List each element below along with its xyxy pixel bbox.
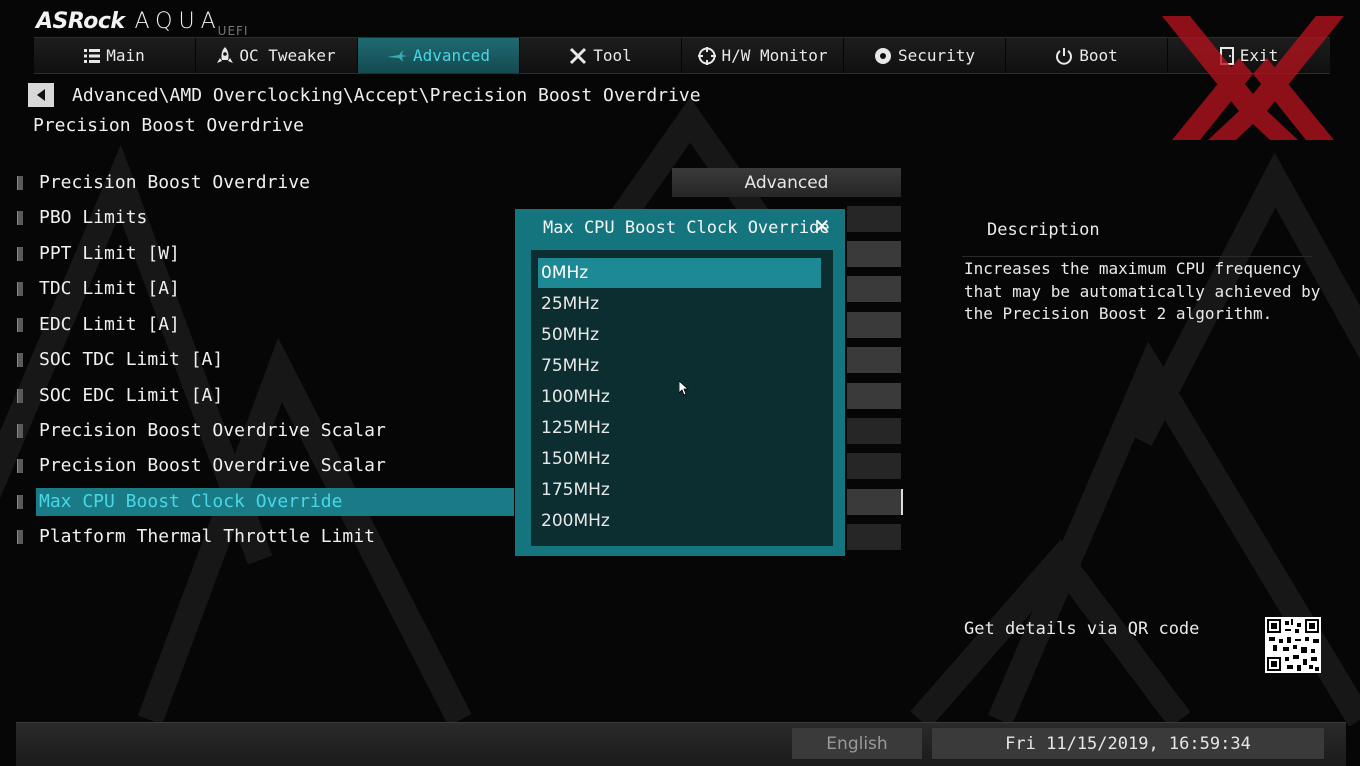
menu-item-label: PBO Limits [39,207,148,228]
logo-brand: ASRock [36,9,125,34]
tdc-limit-value[interactable] [847,276,901,302]
description-title: Description [987,220,1100,240]
xx-watermark [1162,16,1344,140]
bullet-icon [17,282,23,296]
back-button[interactable] [28,83,54,107]
pbo-scalar-value-2[interactable] [847,453,901,479]
menu-item-edc-limit[interactable]: EDC Limit [A] [14,311,514,339]
logo-uefi: UEFI [217,24,249,38]
tab-security[interactable]: Security [844,38,1006,73]
menu-item-thermal-throttle[interactable]: Platform Thermal Throttle Limit [14,523,514,551]
option-item[interactable]: 125MHz [538,413,821,443]
tab-hw-monitor[interactable]: H/W Monitor [682,38,844,73]
language-button[interactable]: English [792,728,922,759]
bullet-icon [17,389,23,403]
asrock-logo: ASRock AQUA UEFI [36,6,248,38]
breadcrumb-path: Advanced\AMD Overclocking\Accept\Precisi… [72,84,701,106]
menu-item-ppt-limit[interactable]: PPT Limit [W] [14,240,514,268]
soc-edc-limit-value[interactable] [847,383,901,409]
description-divider [962,256,1312,257]
option-item[interactable]: 175MHz [538,475,821,505]
tab-tool-label: Tool [593,46,632,65]
list-icon [84,48,101,63]
datetime-display: Fri 11/15/2019, 16:59:34 [932,728,1324,759]
logo-series: AQUA [134,9,222,34]
menu-item-label: EDC Limit [A] [39,314,180,335]
tab-oc-tweaker[interactable]: OC Tweaker [196,38,358,73]
pbo-limits-value[interactable] [847,206,901,232]
qr-code-icon [1265,617,1321,673]
option-item[interactable]: 25MHz [538,289,821,319]
menu-item-label: SOC EDC Limit [A] [39,385,224,406]
pbo-scalar-value-1[interactable] [847,418,901,444]
bullet-icon [17,353,23,367]
menu-item-max-cpu-boost[interactable]: Max CPU Boost Clock Override [14,488,514,516]
crosshair-icon [697,46,716,65]
description-text: Increases the maximum CPU frequency that… [964,259,1321,323]
menu-item-pbo-limits[interactable]: PBO Limits [14,204,514,232]
menu-item-label: Platform Thermal Throttle Limit [39,526,375,547]
option-item[interactable]: 75MHz [538,351,821,381]
breadcrumb: Advanced\AMD Overclocking\Accept\Precisi… [28,82,701,108]
menu-item-pbo-scalar-1[interactable]: Precision Boost Overdrive Scalar [14,417,514,445]
qr-label: Get details via QR code [964,619,1200,639]
shield-icon [874,47,891,64]
edc-limit-value[interactable] [847,312,901,338]
tab-advanced[interactable]: Advanced [358,38,520,73]
bullet-icon [17,459,23,473]
back-arrow-icon [37,89,45,101]
menu-item-label: Max CPU Boost Clock Override [35,488,514,516]
menu-item-soc-edc-limit[interactable]: SOC EDC Limit [A] [14,382,514,410]
max-cpu-boost-value[interactable] [847,489,903,515]
tab-oc-tweaker-label: OC Tweaker [239,46,336,65]
power-icon [1056,47,1073,65]
tab-tool[interactable]: Tool [520,38,682,73]
menu-item-label: TDC Limit [A] [39,278,180,299]
bullet-icon [17,530,23,544]
option-item[interactable]: 200MHz [538,506,821,536]
ppt-limit-value[interactable] [847,241,901,267]
tab-security-label: Security [897,46,976,65]
tab-boot-label: Boot [1079,46,1118,65]
bullet-icon [17,176,23,190]
menu-item-pbo-scalar-2[interactable]: Precision Boost Overdrive Scalar [14,452,514,480]
wrench-icon [570,47,587,64]
tab-main-label: Main [106,46,145,65]
bullet-icon [17,424,23,438]
thermal-throttle-value[interactable] [847,524,901,550]
dialog-title: Max CPU Boost Clock Override [543,218,830,238]
mouse-cursor-icon [679,381,689,396]
menu-item-label: Precision Boost Overdrive Scalar [39,420,386,441]
rocket-icon [217,46,234,63]
menu-item-label: PPT Limit [W] [39,243,180,264]
main-nav: Main OC Tweaker Advanced Tool H/W Monito… [34,37,1330,74]
close-icon[interactable]: ✕ [811,214,833,238]
menu-item-soc-tdc-limit[interactable]: SOC TDC Limit [A] [14,346,514,374]
menu-item-label: SOC TDC Limit [A] [39,349,224,370]
menu-item-pbo[interactable]: Precision Boost Overdrive [14,169,514,197]
menu-item-label: Precision Boost Overdrive [39,172,310,193]
bullet-icon [17,495,23,509]
tab-hw-monitor-label: H/W Monitor [721,46,828,65]
option-item[interactable]: 50MHz [538,320,821,350]
pbo-value-field[interactable]: Advanced [672,168,901,197]
tab-main[interactable]: Main [34,38,196,73]
tab-advanced-label: Advanced [412,46,491,65]
soc-tdc-limit-value[interactable] [847,347,901,373]
option-item[interactable]: 150MHz [538,444,821,474]
menu-item-label: Precision Boost Overdrive Scalar [39,455,386,476]
bullet-icon [17,247,23,261]
page-title: Precision Boost Overdrive [33,115,304,136]
tab-boot[interactable]: Boot [1006,38,1168,73]
bullet-icon [17,318,23,332]
option-item[interactable]: 0MHz [538,258,821,288]
option-list: 0MHz 25MHz 50MHz 75MHz 100MHz 125MHz 150… [531,250,833,546]
menu-item-tdc-limit[interactable]: TDC Limit [A] [14,275,514,303]
jet-icon [386,49,407,62]
bullet-icon [17,211,23,225]
